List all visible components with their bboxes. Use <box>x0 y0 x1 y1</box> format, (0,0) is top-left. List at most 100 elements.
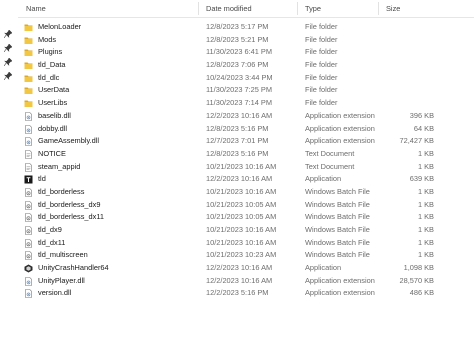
file-name: Plugins <box>38 47 63 57</box>
file-name: tld_dx9 <box>38 225 62 234</box>
file-name: MelonLoader <box>38 22 82 31</box>
file-name: dobby.dll <box>38 123 68 133</box>
file-date-modified: 12/2/2023 10:16 AM <box>206 110 273 120</box>
folder-icon <box>24 86 33 95</box>
pin-icon[interactable] <box>4 30 12 38</box>
file-row[interactable]: tld_Data 12/8/2023 7:06 PM File folder <box>18 59 474 72</box>
file-size: 1 KB <box>417 199 434 209</box>
text-file-icon <box>24 162 33 172</box>
file-size <box>386 46 434 59</box>
column-divider[interactable] <box>198 2 199 15</box>
batch-file-icon <box>24 226 33 235</box>
file-name: UserLibs <box>38 98 68 108</box>
file-date-modified: 10/21/2023 10:05 AM <box>206 212 277 222</box>
file-row[interactable]: tld 12/2/2023 10:16 AM Application 639 KB <box>18 173 474 186</box>
file-name: UnityCrashHandler64 <box>38 263 109 273</box>
file-row[interactable]: baselib.dll 12/2/2023 10:16 AM Application… <box>18 110 474 123</box>
file-icon-cell <box>24 211 36 224</box>
navigation-pane <box>0 0 16 343</box>
column-header-date[interactable]: Date modified <box>206 0 252 17</box>
file-icon-cell <box>24 287 36 300</box>
file-list: MelonLoader 12/8/2023 5:17 PM File folder M… <box>18 21 474 300</box>
folder-icon <box>24 61 33 70</box>
file-date-modified: 12/8/2023 5:21 PM <box>206 34 269 44</box>
file-row[interactable]: steam_appid 10/21/2023 10:16 AM Text Docum… <box>18 161 474 174</box>
batch-file-icon <box>24 213 33 223</box>
file-icon-cell <box>24 110 36 123</box>
file-date-modified: 12/2/2023 10:16 AM <box>206 275 273 285</box>
file-date-modified: 10/21/2023 10:23 AM <box>206 250 277 260</box>
folder-icon <box>24 74 33 83</box>
file-row[interactable]: Mods 12/8/2023 5:21 PM File folder <box>18 34 474 47</box>
file-size: 1,098 KB <box>403 263 434 273</box>
file-size: 1 KB <box>417 161 434 171</box>
file-size: 28,570 KB <box>399 275 434 285</box>
dll-icon <box>24 276 33 286</box>
file-row[interactable]: tld_borderless_dx9 10/21/2023 10:05 AM Win… <box>18 199 474 212</box>
file-row[interactable]: tld_multiscreen 10/21/2023 10:23 AM Window… <box>18 249 474 262</box>
file-date-modified: 12/8/2023 7:06 PM <box>206 60 269 70</box>
file-date-modified: 12/8/2023 5:17 PM <box>206 22 269 31</box>
file-row[interactable]: GameAssembly.dll 12/7/2023 7:01 PM Applica… <box>18 135 474 148</box>
file-row[interactable]: tld_dlc 10/24/2023 3:44 PM File folder <box>18 72 474 85</box>
app-icon <box>24 175 33 184</box>
file-name: GameAssembly.dll <box>38 136 100 146</box>
file-name: Mods <box>38 34 57 44</box>
file-size: 1 KB <box>417 250 434 260</box>
file-name: UserData <box>38 85 70 95</box>
column-header-type[interactable]: Type <box>305 0 321 17</box>
file-date-modified: 10/21/2023 10:16 AM <box>206 225 277 234</box>
file-row[interactable]: tld_borderless 10/21/2023 10:16 AM Windows… <box>18 186 474 199</box>
file-name: baselib.dll <box>38 110 71 120</box>
file-row[interactable]: UnityPlayer.dll 12/2/2023 10:16 AM Applica… <box>18 275 474 288</box>
file-row[interactable]: UnityCrashHandler64 12/2/2023 10:16 AM App… <box>18 262 474 275</box>
file-size <box>386 72 434 85</box>
file-name: tld <box>38 174 46 184</box>
file-name: tld_multiscreen <box>38 250 88 260</box>
file-size: 396 KB <box>409 110 434 120</box>
file-row[interactable]: tld_dx9 10/21/2023 10:16 AM Windows Batch … <box>18 224 474 237</box>
pin-icon[interactable] <box>4 58 12 66</box>
file-icon-cell <box>24 148 36 161</box>
file-icon-cell <box>24 275 36 288</box>
file-row[interactable]: UserLibs 11/30/2023 7:14 PM File folder <box>18 97 474 110</box>
file-name: tld_dlc <box>38 72 60 82</box>
file-size <box>386 84 434 97</box>
file-size <box>386 34 434 47</box>
file-icon-cell <box>24 21 36 34</box>
file-row[interactable]: tld_borderless_dx11 10/21/2023 10:05 AM Wi… <box>18 211 474 224</box>
batch-file-icon <box>24 251 33 261</box>
dll-icon <box>24 124 33 134</box>
file-name: version.dll <box>38 288 72 298</box>
sort-caret-icon: ^ <box>118 0 121 4</box>
dll-icon <box>24 137 33 146</box>
file-row[interactable]: tld_dx11 10/21/2023 10:16 AM Windows Batch… <box>18 237 474 250</box>
file-row[interactable]: version.dll 12/2/2023 5:16 PM Application … <box>18 287 474 300</box>
file-list-pane: ^ Name Date modified Type Size MelonLoad… <box>18 0 474 343</box>
file-date-modified: 12/2/2023 5:16 PM <box>206 288 269 298</box>
pin-icon[interactable] <box>4 44 12 52</box>
file-row[interactable]: UserData 11/30/2023 7:25 PM File folder <box>18 84 474 97</box>
pin-icon[interactable] <box>4 72 12 80</box>
file-row[interactable]: Plugins 11/30/2023 6:41 PM File folder <box>18 46 474 59</box>
file-row[interactable]: NOTICE 12/8/2023 5:16 PM Text Document 1 KB <box>18 148 474 161</box>
file-name: tld_Data <box>38 60 66 70</box>
column-divider[interactable] <box>378 2 379 15</box>
column-header-name[interactable]: Name <box>26 0 46 17</box>
file-icon-cell <box>24 161 36 174</box>
batch-file-icon <box>24 188 33 197</box>
file-date-modified: 10/21/2023 10:05 AM <box>206 199 277 209</box>
file-icon-cell <box>24 34 36 47</box>
file-row[interactable]: dobby.dll 12/8/2023 5:16 PM Application ex… <box>18 123 474 136</box>
dll-icon <box>24 289 33 299</box>
folder-icon <box>24 48 33 57</box>
column-header-size[interactable]: Size <box>386 0 400 17</box>
file-date-modified: 12/8/2023 5:16 PM <box>206 123 269 133</box>
file-row[interactable]: MelonLoader 12/8/2023 5:17 PM File folder <box>18 21 474 34</box>
folder-icon <box>24 23 33 32</box>
file-icon-cell <box>24 186 36 199</box>
column-divider[interactable] <box>297 2 298 15</box>
column-header-bar: ^ Name Date modified Type Size <box>18 0 474 18</box>
file-icon-cell <box>24 59 36 72</box>
file-name: tld_borderless_dx11 <box>38 212 105 222</box>
